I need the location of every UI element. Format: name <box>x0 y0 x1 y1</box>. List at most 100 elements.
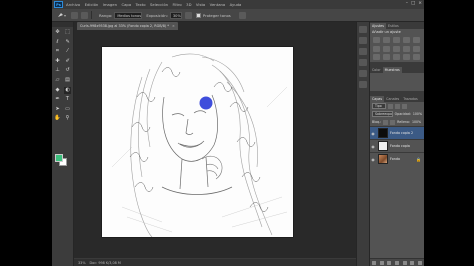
selective-color-icon[interactable] <box>413 54 420 60</box>
tab-color[interactable]: Color <box>370 67 383 73</box>
foreground-color-swatch[interactable] <box>55 154 63 162</box>
layer-style-icon[interactable] <box>379 260 384 265</box>
blur-tool-icon[interactable]: ◆ <box>54 87 61 94</box>
layer-mask-icon[interactable] <box>387 260 392 265</box>
range-select[interactable]: Medios tonos <box>114 11 143 19</box>
link-layers-icon[interactable] <box>371 260 376 265</box>
healing-tool-icon[interactable]: ✚ <box>54 58 61 65</box>
move-tool-icon[interactable]: ✥ <box>54 29 61 36</box>
quick-select-tool-icon[interactable]: ✎ <box>64 39 71 46</box>
delete-layer-icon[interactable] <box>418 260 423 265</box>
photo-filter-icon[interactable] <box>403 45 410 52</box>
type-tool-icon[interactable]: T <box>64 96 71 103</box>
opacity-value[interactable]: 100% <box>413 112 422 116</box>
paragraph-panel-icon[interactable] <box>359 81 367 88</box>
tab-capas[interactable]: Capas <box>370 96 385 102</box>
character-panel-icon[interactable] <box>359 70 367 77</box>
visibility-eye-icon[interactable]: ◉ <box>370 131 376 136</box>
swatches-area[interactable] <box>370 73 424 91</box>
tab-ajustes[interactable]: Ajustes <box>370 23 387 29</box>
curves-icon[interactable] <box>393 37 400 43</box>
image-canvas[interactable] <box>102 47 293 237</box>
tab-muestras[interactable]: Muestras <box>382 67 402 73</box>
crop-tool-icon[interactable]: ⌗ <box>54 48 61 55</box>
posterize-icon[interactable] <box>383 54 390 60</box>
lock-pixels-icon[interactable] <box>383 119 389 125</box>
fill-value[interactable]: 100% <box>412 120 421 124</box>
shape-tool-icon[interactable]: ▭ <box>64 106 71 113</box>
gradient-map-icon[interactable] <box>403 54 410 60</box>
layer-row-fondo[interactable]: ◉ Fondo 🔒 <box>370 152 424 165</box>
menu-capa[interactable]: Capa <box>121 2 131 7</box>
vibrance-icon[interactable] <box>413 37 420 43</box>
menu-imagen[interactable]: Imagen <box>103 2 117 7</box>
zoom-level[interactable]: 33% <box>78 261 86 265</box>
eyedropper-tool-icon[interactable]: ⁄ <box>64 48 71 55</box>
close-tab-icon[interactable]: × <box>172 24 175 28</box>
group-icon[interactable] <box>402 260 407 265</box>
zoom-tool-icon[interactable]: ⚲ <box>64 115 71 122</box>
close-icon[interactable]: × <box>418 1 422 7</box>
maximize-icon[interactable]: □ <box>411 1 415 7</box>
menu-3d[interactable]: 3D <box>186 2 191 7</box>
marquee-tool-icon[interactable]: ⬚ <box>64 29 71 36</box>
tab-trazados[interactable]: Trazados <box>401 96 419 102</box>
brush-preset-icon[interactable] <box>71 11 78 19</box>
exposure-icon[interactable] <box>403 37 410 43</box>
filter-pixel-icon[interactable] <box>388 103 393 109</box>
adjustment-layer-icon[interactable] <box>394 260 399 265</box>
airbrush-icon[interactable] <box>184 11 192 19</box>
document-area: Curls-998x9538.jpg al 33% (Fondo copia 2… <box>74 22 356 266</box>
color-balance-icon[interactable] <box>383 45 390 52</box>
brush-tool-icon[interactable]: ✐ <box>64 58 71 65</box>
history-brush-tool-icon[interactable]: ↺ <box>64 67 71 74</box>
tab-canales[interactable]: Canales <box>384 96 401 102</box>
filter-type-icon[interactable] <box>402 103 407 109</box>
filter-adjust-icon[interactable] <box>395 103 400 109</box>
blend-mode-select[interactable]: Sobreexponer color <box>372 111 393 117</box>
channel-mixer-icon[interactable] <box>413 45 420 52</box>
menu-ventana[interactable]: Ventana <box>210 2 226 7</box>
new-layer-icon[interactable] <box>410 260 415 265</box>
exposure-field[interactable]: 30% <box>169 11 182 19</box>
panel-grip[interactable] <box>52 22 73 27</box>
layer-kind-select[interactable]: Tipo <box>372 103 386 109</box>
document-tab[interactable]: Curls-998x9538.jpg al 33% (Fondo copia 2… <box>77 22 178 30</box>
brush-panel-icon[interactable] <box>359 59 367 66</box>
menu-vista[interactable]: Vista <box>196 2 205 7</box>
menu-archivo[interactable]: Archivo <box>66 2 80 7</box>
history-panel-icon[interactable] <box>359 26 367 33</box>
tool-preset-picker[interactable] <box>56 11 68 19</box>
pressure-icon[interactable] <box>238 11 246 19</box>
minimize-icon[interactable]: – <box>406 1 408 7</box>
hue-saturation-icon[interactable] <box>373 45 380 52</box>
visibility-eye-icon[interactable]: ◉ <box>370 157 376 162</box>
burn-tool-icon[interactable]: ◐ <box>64 86 71 94</box>
levels-icon[interactable] <box>383 37 390 43</box>
menu-edicion[interactable]: Edición <box>85 2 99 7</box>
brightness-icon[interactable] <box>373 37 380 43</box>
lasso-tool-icon[interactable]: ℓ <box>54 39 61 46</box>
menu-ayuda[interactable]: Ayuda <box>230 2 242 7</box>
menu-filtro[interactable]: Filtro <box>172 2 181 7</box>
black-white-icon[interactable] <box>393 45 400 52</box>
pen-tool-icon[interactable]: ✒ <box>54 96 61 103</box>
info-panel-icon[interactable] <box>359 48 367 55</box>
gradient-tool-icon[interactable]: ▤ <box>64 77 71 84</box>
properties-panel-icon[interactable] <box>359 37 367 44</box>
path-select-tool-icon[interactable]: ➤ <box>54 106 61 113</box>
lock-position-icon[interactable] <box>390 119 396 125</box>
brush-panel-icon[interactable] <box>81 11 88 19</box>
layer-row-fondo-copia[interactable]: ◉ Fondo copia <box>370 139 424 152</box>
hand-tool-icon[interactable]: ✋ <box>54 115 61 122</box>
clone-stamp-tool-icon[interactable]: ⊥ <box>54 67 61 74</box>
invert-icon[interactable] <box>373 54 380 60</box>
menu-texto[interactable]: Texto <box>136 2 146 7</box>
visibility-eye-icon[interactable]: ◉ <box>370 144 376 149</box>
menu-seleccion[interactable]: Selección <box>150 2 168 7</box>
eraser-tool-icon[interactable]: ▱ <box>54 77 61 84</box>
layer-row-fondo-copia-2[interactable]: ◉ Fondo copia 2 <box>370 126 424 139</box>
tab-estilos[interactable]: Estilos <box>386 23 401 29</box>
threshold-icon[interactable] <box>393 54 400 60</box>
protect-tones-checkbox[interactable] <box>195 12 201 18</box>
